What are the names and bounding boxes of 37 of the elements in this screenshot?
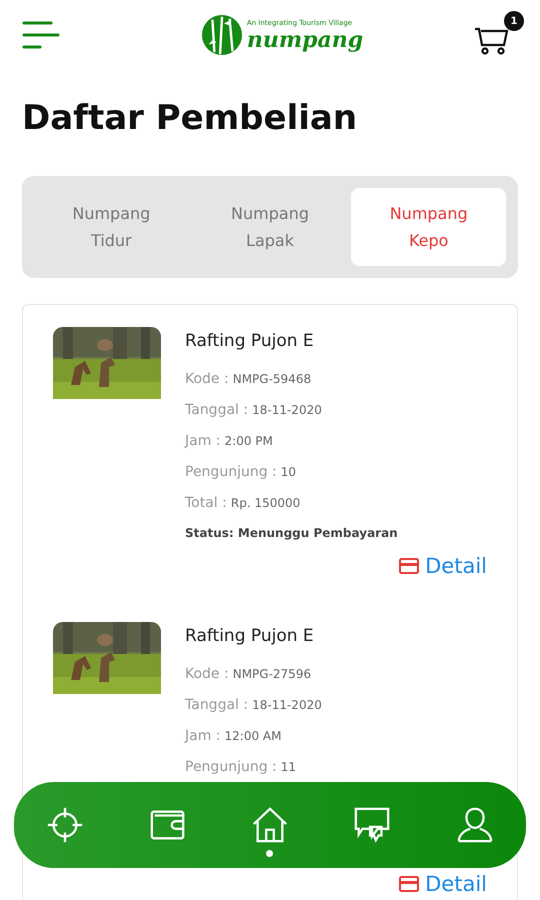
page-title: Daftar Pembelian [22, 97, 358, 140]
field-label: Tanggal : [185, 697, 248, 713]
field-value: 18-11-2020 [252, 403, 322, 417]
field-label: Tanggal : [185, 402, 248, 418]
card-icon [399, 876, 420, 892]
order-status: Status: Menunggu Pembayaran [185, 525, 399, 542]
field-label: Kode : [185, 666, 229, 682]
chat-icon[interactable] [353, 806, 392, 844]
field-label: Jam : [185, 728, 221, 744]
order-name: Rafting Pujon E [185, 626, 315, 646]
field-value: 11 [280, 760, 296, 774]
tab[interactable]: Numpang Tidur [34, 188, 189, 266]
field-label: Kode : [185, 371, 229, 387]
bamboo-logo-icon [200, 14, 243, 56]
tab[interactable]: Numpang Kepo [351, 188, 506, 266]
field-label: Total : [185, 495, 227, 511]
field-value: 12:00 AM [224, 729, 282, 743]
order-name: Rafting Pujon E [185, 331, 315, 351]
field-value: 10 [280, 465, 296, 479]
tab[interactable]: Numpang Lapak [192, 188, 348, 266]
cart-badge: 1 [504, 11, 524, 31]
field-value: NMPG-59468 [232, 372, 312, 386]
field-label: Pengunjung : [185, 464, 277, 480]
field-value: NMPG-27596 [232, 667, 312, 681]
home-icon[interactable] [250, 806, 289, 844]
field-value: Rp. 150000 [230, 496, 300, 510]
field-label: Jam : [185, 433, 221, 449]
menu-icon[interactable] [22, 20, 60, 50]
detail-link[interactable]: Detail [399, 554, 487, 578]
card-icon [399, 558, 420, 574]
user-icon[interactable] [456, 806, 494, 844]
field-value: 2:00 PM [224, 434, 273, 448]
logo-name: numpang [246, 28, 364, 52]
field-value: 18-11-2020 [252, 698, 322, 712]
detail-link[interactable]: Detail [399, 872, 487, 896]
crosshair-icon[interactable] [46, 806, 84, 844]
field-label: Pengunjung : [185, 759, 277, 775]
